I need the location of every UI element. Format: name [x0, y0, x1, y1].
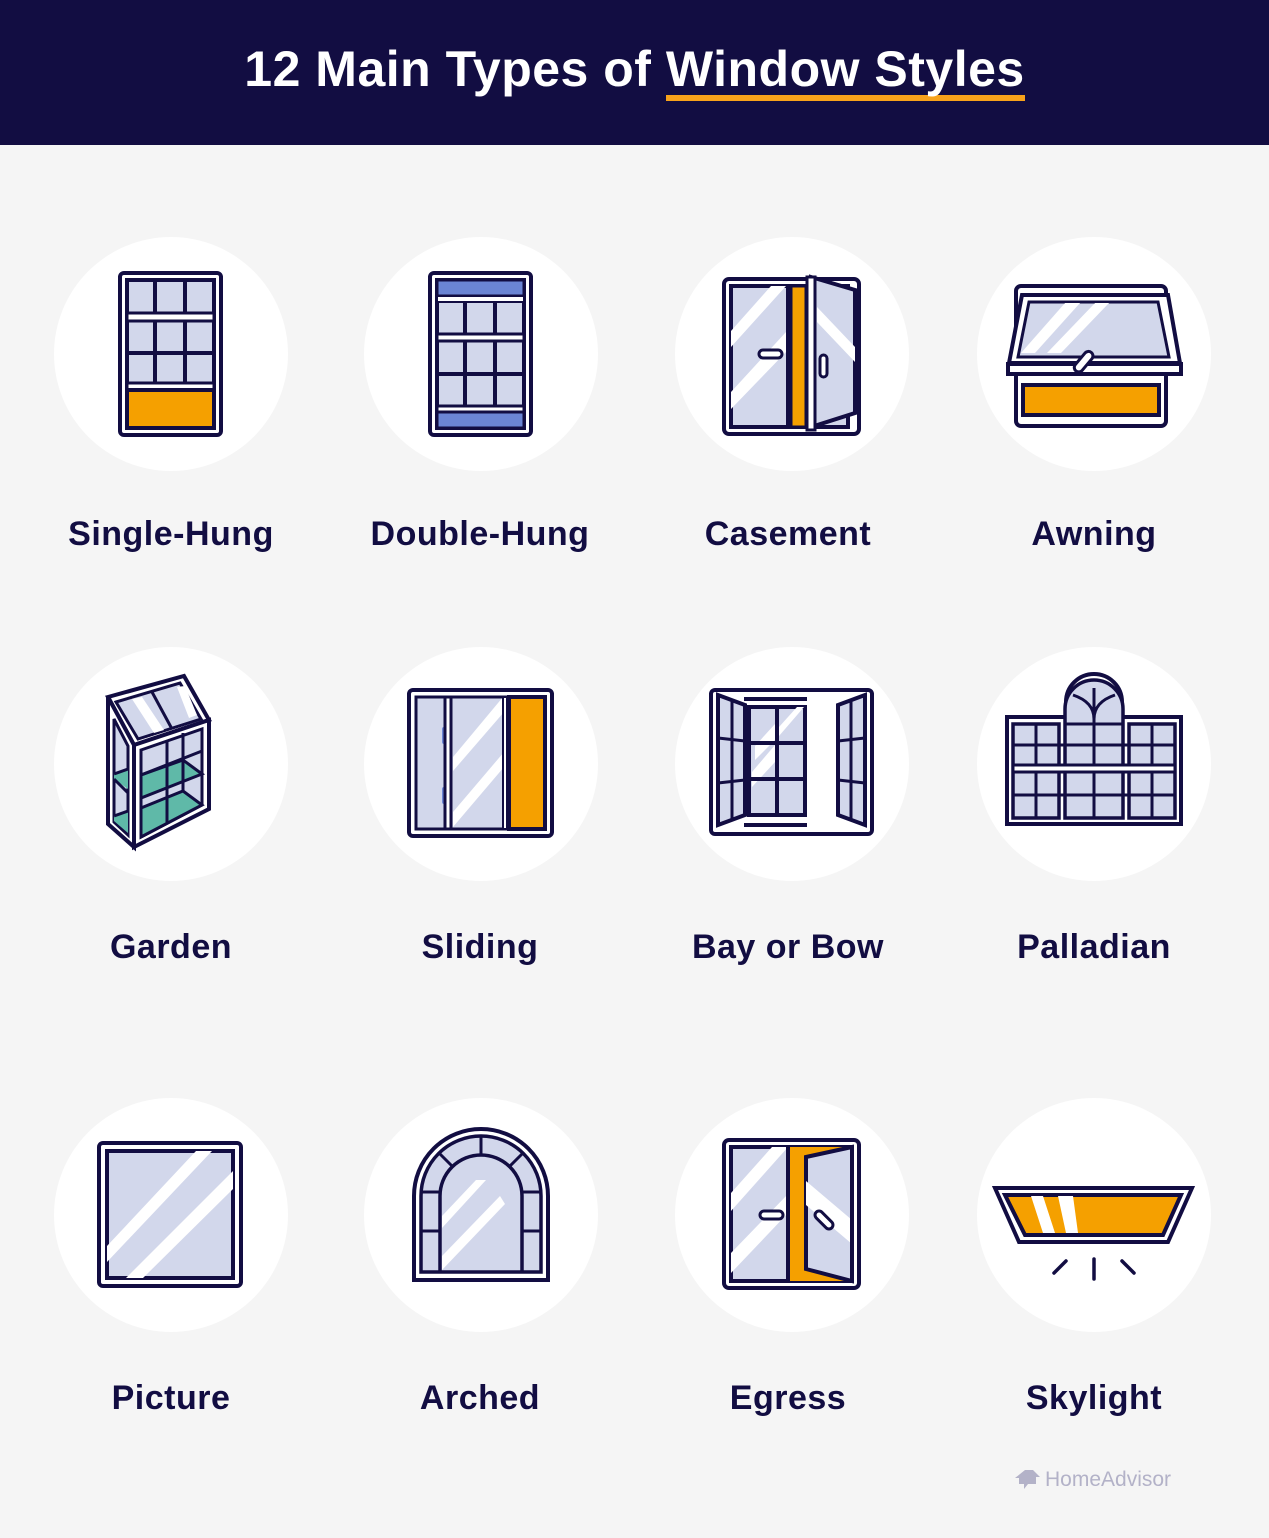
page-title: 12 Main Types of Window Styles [244, 40, 1025, 102]
label-bay-or-bow: Bay or Bow [691, 928, 885, 966]
header-banner: 12 Main Types of Window Styles [0, 0, 1269, 145]
palladian-window-icon [1005, 672, 1183, 826]
label-egress: Egress [729, 1379, 847, 1417]
skylight-window-icon [991, 1186, 1196, 1281]
brand-logo: HomeAdvisor [1013, 1468, 1171, 1492]
label-picture: Picture [111, 1379, 231, 1417]
bay-bow-circle [675, 647, 909, 881]
awning-window-icon [1006, 284, 1183, 428]
casement-circle [675, 237, 909, 471]
egress-window-icon [722, 1138, 861, 1290]
palladian-circle [977, 647, 1211, 881]
arched-circle [364, 1098, 598, 1332]
picture-circle [54, 1098, 288, 1332]
awning-circle [977, 237, 1211, 471]
label-double-hung: Double-Hung [370, 515, 590, 553]
sliding-circle [364, 647, 598, 881]
label-casement: Casement [704, 515, 872, 553]
label-palladian: Palladian [1017, 928, 1171, 966]
skylight-circle [977, 1098, 1211, 1332]
double-hung-window-icon [428, 271, 533, 437]
single-hung-window-icon [118, 271, 223, 437]
homeadvisor-logo-icon [1015, 1470, 1040, 1489]
label-arched: Arched [419, 1379, 541, 1417]
garden-circle [54, 647, 288, 881]
label-single-hung: Single-Hung [68, 515, 274, 553]
garden-window-icon [105, 673, 212, 852]
bay-bow-window-icon [709, 688, 874, 836]
picture-window-icon [97, 1141, 243, 1288]
double-hung-circle [364, 237, 598, 471]
sliding-window-icon [407, 688, 554, 838]
title-prefix: 12 Main Types of [244, 40, 666, 97]
label-garden: Garden [109, 928, 233, 966]
label-awning: Awning [1031, 515, 1157, 553]
egress-circle [675, 1098, 909, 1332]
arched-window-icon [412, 1127, 550, 1282]
label-sliding: Sliding [421, 928, 539, 966]
casement-window-icon [722, 274, 861, 436]
label-skylight: Skylight [1025, 1379, 1163, 1417]
title-highlight: Window Styles [665, 43, 1025, 102]
brand-name: HomeAdvisor [1045, 1468, 1172, 1491]
single-hung-circle [54, 237, 288, 471]
